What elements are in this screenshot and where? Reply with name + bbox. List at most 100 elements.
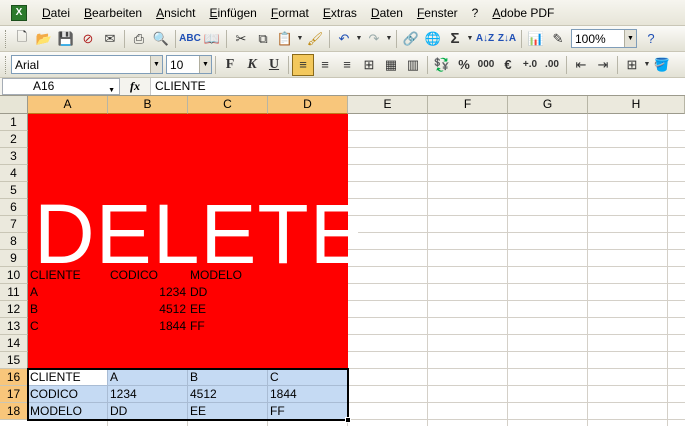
row-header[interactable]: 14 <box>0 335 28 352</box>
thousands-separator-icon[interactable]: 000 <box>475 54 497 76</box>
sort-ascending-icon[interactable]: A↓Z <box>474 28 496 50</box>
cell-b12[interactable]: 4512 <box>108 301 188 318</box>
globe-icon[interactable]: 🌐 <box>422 28 444 50</box>
increase-decimal-icon[interactable]: +.0 <box>519 54 541 76</box>
column-header-f[interactable]: F <box>428 96 508 114</box>
zoom-combo[interactable]: 100% ▼ <box>571 29 637 48</box>
new-document-icon[interactable]: 🗋 <box>11 28 33 50</box>
print-icon[interactable]: ⎙ <box>128 28 150 50</box>
cell-b11[interactable]: 1234 <box>108 284 188 301</box>
format-painter-icon[interactable]: 🖌 <box>304 28 326 50</box>
menu-extras[interactable]: Extras <box>316 3 364 23</box>
permission-icon[interactable]: ⊘ <box>77 28 99 50</box>
save-icon[interactable]: 💾 <box>55 28 77 50</box>
row-header[interactable]: 18 <box>0 403 28 420</box>
menu-format[interactable]: Format <box>264 3 316 23</box>
bold-icon[interactable]: F <box>219 54 241 76</box>
row-header[interactable]: 4 <box>0 165 28 182</box>
row-header[interactable]: 5 <box>0 182 28 199</box>
select-all-corner[interactable] <box>0 96 28 114</box>
borders-icon[interactable]: ⊞ <box>621 54 643 76</box>
font-name-dropdown-icon[interactable]: ▼ <box>150 56 162 73</box>
menu-help[interactable]: ? <box>465 3 486 23</box>
drawing-icon[interactable]: ✎ <box>547 28 569 50</box>
insert-function-icon[interactable]: fx <box>120 79 150 94</box>
cut-icon[interactable]: ✂ <box>230 28 252 50</box>
zoom-dropdown-icon[interactable]: ▼ <box>624 30 636 47</box>
toolbar-grip[interactable] <box>5 55 8 74</box>
column-header-d[interactable]: D <box>268 96 348 114</box>
column-header-e[interactable]: E <box>348 96 428 114</box>
grid-icon[interactable]: ▥ <box>402 54 424 76</box>
toolbar-grip[interactable] <box>5 29 8 48</box>
row-header[interactable]: 9 <box>0 250 28 267</box>
menu-einfuegen[interactable]: Einfügen <box>202 3 263 23</box>
research-icon[interactable]: 📖 <box>201 28 223 50</box>
currency-icon[interactable]: 💱 <box>431 54 453 76</box>
font-size-combo[interactable]: 10 ▼ <box>166 55 212 74</box>
redo-icon[interactable]: ↷ <box>363 28 385 50</box>
autosum-dropdown-icon[interactable]: ▼ <box>466 35 474 42</box>
menu-adobe-pdf[interactable]: Adobe PDF <box>485 3 561 23</box>
fill-color-icon[interactable]: 🪣 <box>651 54 673 76</box>
column-header-g[interactable]: G <box>508 96 588 114</box>
name-box[interactable]: A16 ▼ <box>2 78 120 95</box>
row-header[interactable]: 2 <box>0 131 28 148</box>
paste-icon[interactable]: 📋 <box>274 28 296 50</box>
menu-ansicht[interactable]: Ansicht <box>149 3 202 23</box>
row-header[interactable]: 10 <box>0 267 28 284</box>
chart-wizard-icon[interactable]: 📊 <box>525 28 547 50</box>
table-icon[interactable]: ▦ <box>380 54 402 76</box>
menu-fenster[interactable]: Fenster <box>410 3 465 23</box>
menu-bearbeiten[interactable]: Bearbeiten <box>77 3 149 23</box>
copy-icon[interactable]: ⧉ <box>252 28 274 50</box>
formula-input[interactable]: CLIENTE <box>150 78 685 95</box>
help-icon[interactable]: ? <box>640 28 662 50</box>
merge-center-icon[interactable]: ⊞ <box>358 54 380 76</box>
font-name-combo[interactable]: Arial ▼ <box>11 55 163 74</box>
decrease-indent-icon[interactable]: ⇤ <box>570 54 592 76</box>
menu-daten[interactable]: Daten <box>364 3 410 23</box>
excel-document-icon[interactable]: X <box>11 4 27 21</box>
column-header-b[interactable]: B <box>108 96 188 114</box>
underline-icon[interactable]: U <box>263 54 285 76</box>
increase-indent-icon[interactable]: ⇥ <box>592 54 614 76</box>
column-header-c[interactable]: C <box>188 96 268 114</box>
menu-datei[interactable]: Datei <box>35 3 77 23</box>
row-header[interactable]: 16 <box>0 369 28 386</box>
autosum-icon[interactable]: Σ <box>444 28 466 50</box>
cell-c13[interactable]: FF <box>188 318 268 335</box>
row-header[interactable]: 11 <box>0 284 28 301</box>
email-icon[interactable]: ✉ <box>99 28 121 50</box>
font-size-dropdown-icon[interactable]: ▼ <box>199 56 211 73</box>
row-header[interactable]: 7 <box>0 216 28 233</box>
undo-dropdown-icon[interactable]: ▼ <box>355 35 363 42</box>
row-header[interactable]: 15 <box>0 352 28 369</box>
cell-a11[interactable]: A <box>28 284 108 301</box>
hyperlink-icon[interactable]: 🔗 <box>400 28 422 50</box>
row-header[interactable]: 17 <box>0 386 28 403</box>
percent-icon[interactable]: % <box>453 54 475 76</box>
fill-handle[interactable] <box>345 417 351 423</box>
cell-c11[interactable]: DD <box>188 284 268 301</box>
undo-icon[interactable]: ↶ <box>333 28 355 50</box>
cell-b13[interactable]: 1844 <box>108 318 188 335</box>
paste-dropdown-icon[interactable]: ▼ <box>296 35 304 42</box>
redo-dropdown-icon[interactable]: ▼ <box>385 35 393 42</box>
align-center-icon[interactable]: ≡ <box>314 54 336 76</box>
row-header[interactable]: 3 <box>0 148 28 165</box>
column-header-h[interactable]: H <box>588 96 685 114</box>
cell-c12[interactable]: EE <box>188 301 268 318</box>
euro-icon[interactable]: € <box>497 54 519 76</box>
open-folder-icon[interactable]: 📂 <box>33 28 55 50</box>
row-header[interactable]: 1 <box>0 114 28 131</box>
borders-dropdown-icon[interactable]: ▼ <box>643 61 651 68</box>
row-header[interactable]: 6 <box>0 199 28 216</box>
cell-a12[interactable]: B <box>28 301 108 318</box>
align-right-icon[interactable]: ≡ <box>336 54 358 76</box>
row-header[interactable]: 12 <box>0 301 28 318</box>
spelling-icon[interactable]: ABC <box>179 28 201 50</box>
align-left-icon[interactable]: ≡ <box>292 53 314 76</box>
sort-descending-icon[interactable]: Z↓A <box>496 28 518 50</box>
column-header-a[interactable]: A <box>28 96 108 114</box>
